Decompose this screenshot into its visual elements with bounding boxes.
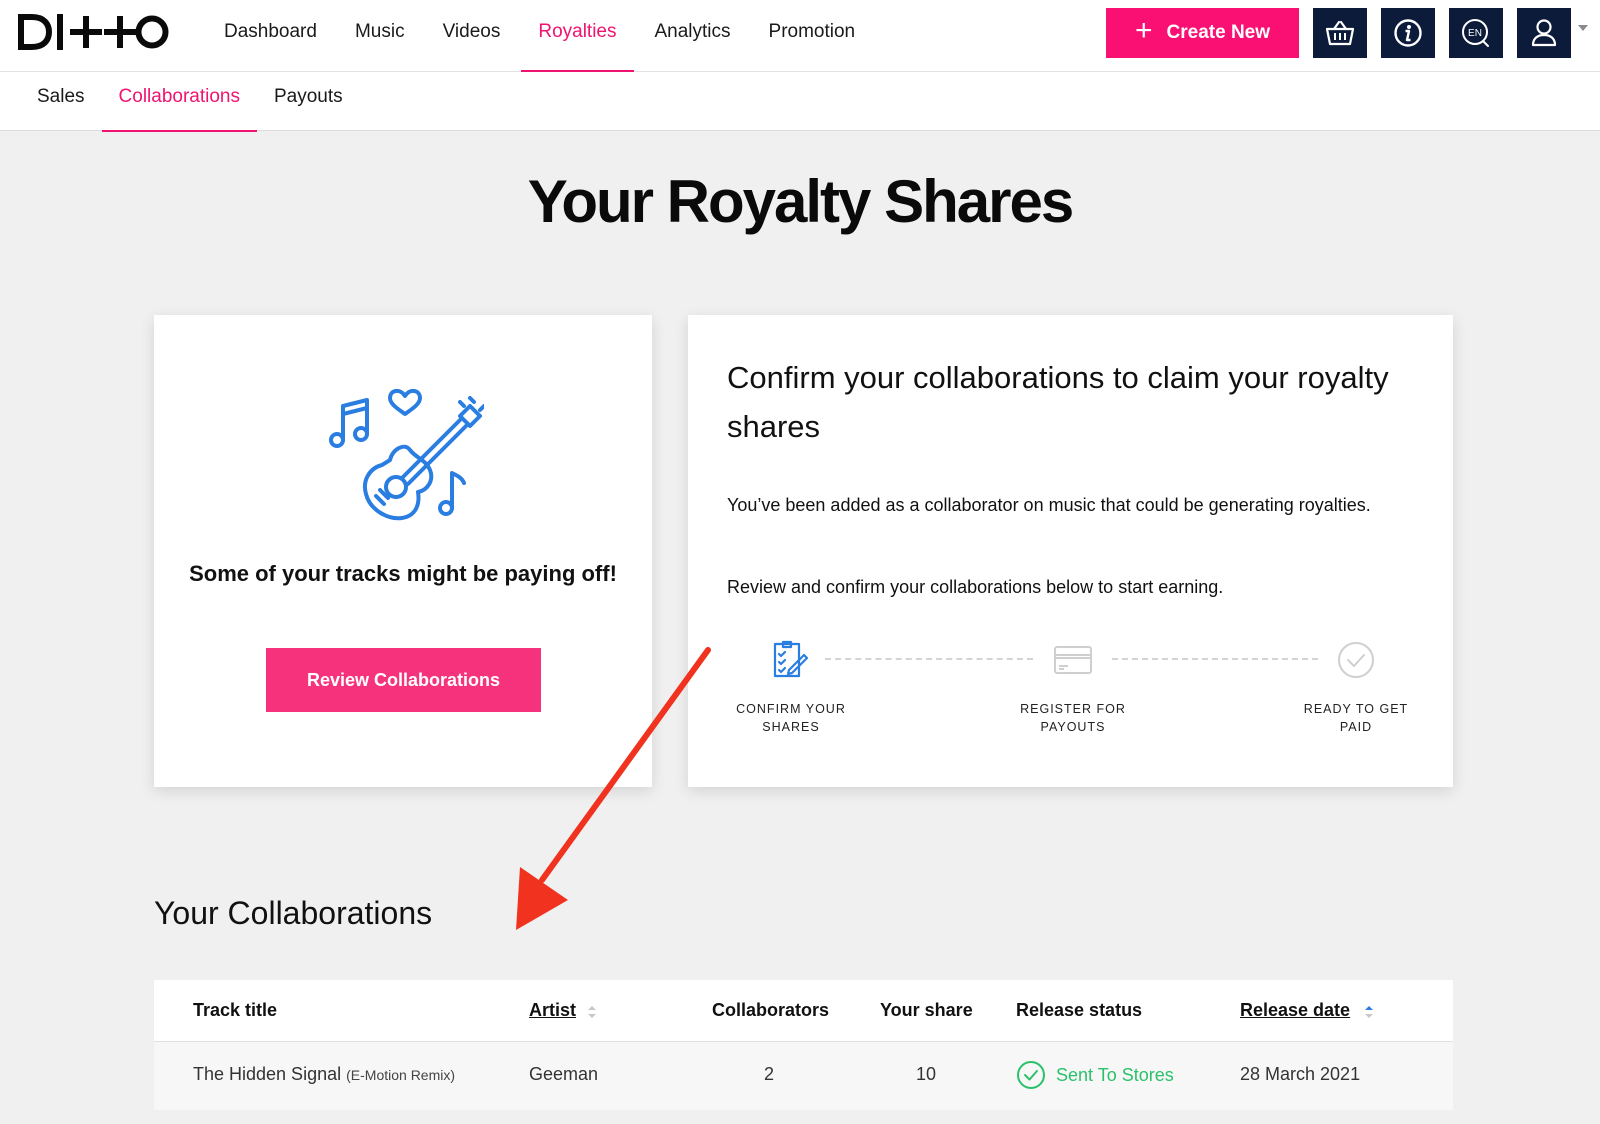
credit-card-icon <box>1054 646 1092 674</box>
info-card-paragraph-1: You’ve been added as a collaborator on m… <box>727 495 1371 515</box>
info-button[interactable] <box>1381 8 1435 58</box>
basket-button[interactable] <box>1313 8 1367 58</box>
nav-music[interactable]: Music <box>336 0 424 72</box>
account-button[interactable] <box>1517 8 1571 58</box>
nav-dashboard[interactable]: Dashboard <box>205 0 336 72</box>
language-button[interactable]: EN <box>1449 8 1503 58</box>
info-card-paragraph-2: Review and confirm your collaborations b… <box>727 577 1224 597</box>
user-icon <box>1531 19 1557 47</box>
info-icon <box>1394 19 1422 47</box>
nav-promotion[interactable]: Promotion <box>750 0 875 72</box>
cell-release-date: 28 March 2021 <box>1240 1064 1361 1084</box>
create-new-label: Create New <box>1166 22 1271 43</box>
promo-card: Some of your tracks might be paying off!… <box>154 315 652 787</box>
cell-release-status: Sent To Stores <box>1016 1060 1174 1090</box>
sub-nav: Sales Collaborations Payouts <box>20 72 360 132</box>
step-register-payouts: REGISTER FOR PAYOUTS <box>993 640 1153 736</box>
create-new-button[interactable]: + Create New <box>1106 8 1299 58</box>
step-ready-to-get-paid: READY TO GET PAID <box>1276 640 1436 736</box>
account-dropdown-chevron-icon[interactable] <box>1578 25 1588 31</box>
subnav-payouts[interactable]: Payouts <box>257 72 360 131</box>
cell-collaborators: 2 <box>764 1064 775 1084</box>
nav-analytics[interactable]: Analytics <box>636 0 750 72</box>
column-header-collaborators: Collaborators <box>712 1000 830 1020</box>
step-label: READY TO GET PAID <box>1303 702 1409 734</box>
info-card-title: Confirm your collaborations to claim you… <box>727 360 1389 444</box>
review-collaborations-button[interactable]: Review Collaborations <box>266 648 541 712</box>
top-navigation-bar: Dashboard Music Videos Royalties Analyti… <box>0 0 1600 72</box>
info-card: Confirm your collaborations to claim you… <box>688 315 1453 787</box>
checklist-icon <box>773 640 809 678</box>
main-nav: Dashboard Music Videos Royalties Analyti… <box>205 0 874 72</box>
step-label: REGISTER FOR PAYOUTS <box>1020 702 1126 734</box>
check-circle-icon <box>1338 642 1374 678</box>
basket-icon <box>1325 20 1355 46</box>
column-header-date[interactable]: Release date <box>1240 1000 1350 1021</box>
sort-icon[interactable] <box>587 1005 597 1019</box>
language-bubble-icon: EN <box>1462 19 1489 47</box>
ditto-logo[interactable] <box>18 14 170 50</box>
plus-icon: + <box>1134 14 1153 47</box>
sub-navigation-bar: Sales Collaborations Payouts <box>0 72 1600 132</box>
nav-royalties[interactable]: Royalties <box>519 0 635 72</box>
collaborations-table: Track title Artist Collaborators Your sh… <box>154 980 1453 1110</box>
language-code: EN <box>1468 28 1482 39</box>
table-header: Track title Artist Collaborators Your sh… <box>154 980 1453 1042</box>
column-header-share: Your share <box>880 1000 973 1020</box>
column-header-status: Release status <box>1016 1000 1143 1020</box>
step-confirm-shares: CONFIRM YOUR SHARES <box>711 640 871 736</box>
page-title: Your Royalty Shares <box>527 168 1074 235</box>
promo-tagline: Some of your tracks might be paying off! <box>189 561 617 586</box>
nav-videos[interactable]: Videos <box>424 0 520 72</box>
guitar-music-illustration-icon <box>329 389 484 521</box>
column-header-track: Track title <box>193 1000 278 1020</box>
subnav-sales[interactable]: Sales <box>20 72 102 131</box>
cell-share: 10 <box>916 1064 937 1084</box>
subnav-collaborations[interactable]: Collaborations <box>101 72 258 132</box>
check-circle-icon <box>1017 1061 1045 1089</box>
sort-ascending-icon[interactable] <box>1364 1005 1374 1019</box>
cell-track-title: The Hidden Signal (E-Motion Remix) <box>193 1064 456 1084</box>
step-label: CONFIRM YOUR SHARES <box>736 702 846 734</box>
table-row[interactable]: The Hidden Signal (E-Motion Remix) Geema… <box>154 1042 1453 1110</box>
column-header-artist[interactable]: Artist <box>529 1000 576 1021</box>
collaborations-section-title: Your Collaborations <box>154 895 433 931</box>
cell-artist: Geeman <box>529 1064 599 1084</box>
